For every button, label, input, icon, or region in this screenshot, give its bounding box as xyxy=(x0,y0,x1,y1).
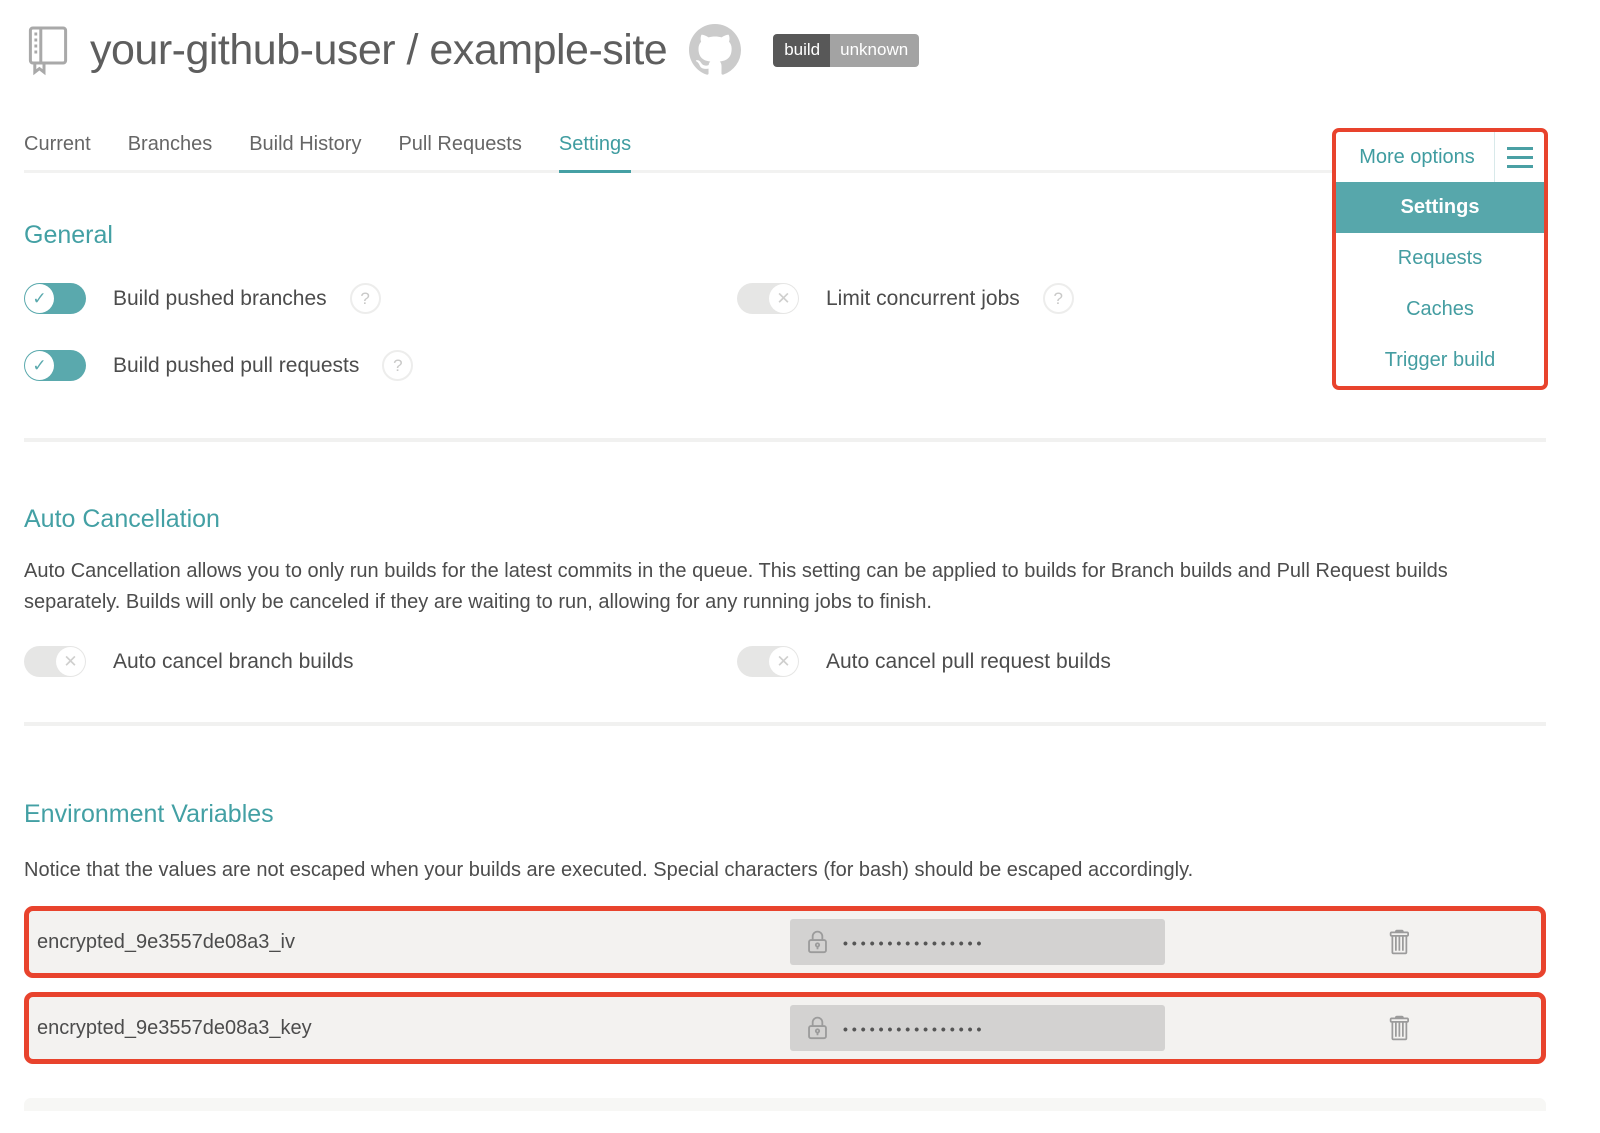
env-var-name-field[interactable]: encrypted_9e3557de08a3_key xyxy=(37,1017,790,1040)
toggle-label: Build pushed pull requests xyxy=(113,354,359,378)
env-var-value-field[interactable]: •••••••••••••••• xyxy=(790,919,1165,965)
auto-cancellation-heading: Auto Cancellation xyxy=(24,505,1546,534)
tab-branches[interactable]: Branches xyxy=(128,133,213,170)
delete-env-var-button[interactable] xyxy=(1388,927,1416,957)
tab-build-history[interactable]: Build History xyxy=(249,133,361,170)
delete-env-var-button[interactable] xyxy=(1388,1013,1416,1043)
lock-icon xyxy=(803,928,832,957)
environment-variables-heading: Environment Variables xyxy=(24,800,1546,829)
check-icon: ✓ xyxy=(32,290,46,307)
env-vars-notice: Notice that the values are not escaped w… xyxy=(24,855,1546,886)
toggle-label: Build pushed branches xyxy=(113,287,327,311)
build-status-badge[interactable]: build unknown xyxy=(773,34,919,67)
toggle-label: Limit concurrent jobs xyxy=(826,287,1020,311)
check-icon: ✓ xyxy=(32,357,46,374)
repo-book-icon xyxy=(24,24,72,76)
env-var-value-field[interactable]: •••••••••••••••• xyxy=(790,1005,1165,1051)
cross-icon: ✕ xyxy=(63,653,77,670)
repo-header: your-github-user / example-site build un… xyxy=(24,0,1546,79)
next-env-row-hint xyxy=(24,1098,1546,1111)
cross-icon: ✕ xyxy=(776,290,790,307)
hamburger-menu-icon[interactable] xyxy=(1495,147,1544,168)
tab-settings[interactable]: Settings xyxy=(559,133,631,173)
section-divider xyxy=(24,722,1546,726)
menu-item-settings[interactable]: Settings xyxy=(1336,182,1544,233)
badge-label: build xyxy=(773,34,830,67)
github-icon[interactable] xyxy=(689,24,741,76)
env-var-row: encrypted_9e3557de08a3_key •••••••••••••… xyxy=(24,992,1546,1064)
general-toggle-row-2: ✓ Build pushed pull requests ? xyxy=(24,350,1546,381)
help-icon[interactable]: ? xyxy=(1043,283,1074,314)
more-options-button[interactable]: More options xyxy=(1336,146,1494,169)
auto-cancellation-description: Auto Cancellation allows you to only run… xyxy=(24,556,1479,618)
page-title: your-github-user / example-site xyxy=(90,26,667,75)
masked-value: •••••••••••••••• xyxy=(843,933,985,951)
env-var-row: encrypted_9e3557de08a3_iv ••••••••••••••… xyxy=(24,906,1546,978)
toggle-label: Auto cancel branch builds xyxy=(113,650,354,674)
auto-cancel-pull-request-builds-toggle[interactable]: ✕ xyxy=(737,646,799,677)
lock-icon xyxy=(803,1014,832,1043)
build-pushed-pull-requests-toggle[interactable]: ✓ xyxy=(24,350,86,381)
help-icon[interactable]: ? xyxy=(350,283,381,314)
badge-status: unknown xyxy=(830,34,919,67)
general-toggle-row-1: ✓ Build pushed branches ? ✕ Limit concur… xyxy=(24,283,1546,314)
tab-pull-requests[interactable]: Pull Requests xyxy=(398,133,521,170)
cross-icon: ✕ xyxy=(776,653,790,670)
auto-cancellation-toggle-row: ✕ Auto cancel branch builds ✕ Auto cance… xyxy=(24,646,1546,677)
settings-page: your-github-user / example-site build un… xyxy=(0,0,1600,1133)
repo-tabs: Current Branches Build History Pull Requ… xyxy=(24,133,1546,173)
section-divider xyxy=(24,438,1546,442)
build-pushed-branches-toggle[interactable]: ✓ xyxy=(24,283,86,314)
help-icon[interactable]: ? xyxy=(382,350,413,381)
tab-current[interactable]: Current xyxy=(24,133,91,170)
toggle-label: Auto cancel pull request builds xyxy=(826,650,1111,674)
more-options-header: More options xyxy=(1336,132,1544,182)
menu-item-trigger-build[interactable]: Trigger build xyxy=(1336,335,1544,386)
general-heading: General xyxy=(24,221,1546,250)
menu-item-caches[interactable]: Caches xyxy=(1336,284,1544,335)
masked-value: •••••••••••••••• xyxy=(843,1019,985,1037)
limit-concurrent-jobs-toggle[interactable]: ✕ xyxy=(737,283,799,314)
env-var-name-field[interactable]: encrypted_9e3557de08a3_iv xyxy=(37,931,790,954)
more-options-panel: More options Settings Requests Caches Tr… xyxy=(1332,128,1548,390)
menu-item-requests[interactable]: Requests xyxy=(1336,233,1544,284)
auto-cancel-branch-builds-toggle[interactable]: ✕ xyxy=(24,646,86,677)
